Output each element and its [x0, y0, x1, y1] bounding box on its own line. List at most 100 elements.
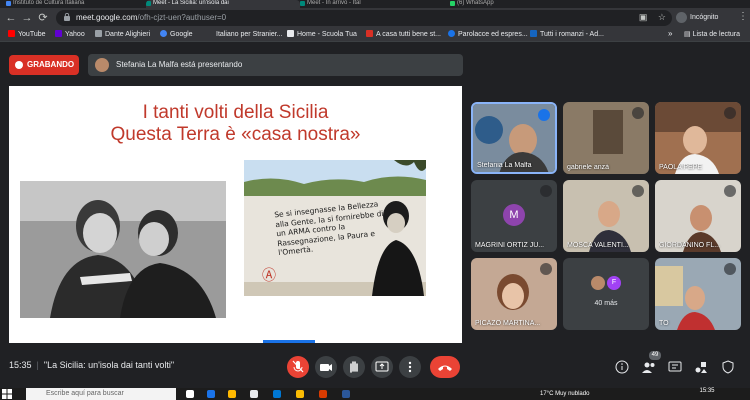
windows-taskbar: Escribe aquí para buscar 17°C Muy nublad…: [0, 388, 750, 400]
meeting-info: 15:35 | "La Sicilia: un'isola dai tanti vo…: [9, 360, 175, 370]
bookmark-item[interactable]: Yahoo: [55, 29, 85, 40]
participant-tile[interactable]: gabriele anzà: [563, 102, 649, 174]
page-icon: [287, 29, 294, 37]
recording-indicator[interactable]: GRABANDO: [9, 55, 79, 75]
participant-count-badge: 49: [649, 351, 661, 360]
mic-active-icon: [538, 109, 550, 121]
browser-tab[interactable]: (6) WhatsApp: [450, 0, 600, 8]
dante-icon: [95, 29, 102, 37]
people-icon[interactable]: [641, 359, 657, 375]
slide-photo-mural: Ⓐ Se si insegnasse la Bellezza alla Gent…: [244, 160, 426, 296]
meeting-details-icon[interactable]: [614, 359, 630, 375]
browser-tab[interactable]: Instituto de Cultura Italiana: [6, 0, 146, 8]
hand-icon: [350, 361, 358, 373]
mic-muted-icon: [632, 107, 644, 119]
participant-initial-avatar: M: [503, 204, 525, 226]
record-dot-icon: [15, 61, 23, 69]
google-icon: [160, 29, 167, 37]
participant-avatar: [591, 276, 605, 290]
participant-tile[interactable]: TO: [655, 258, 741, 330]
powerpoint-icon[interactable]: [319, 390, 327, 398]
reading-list-icon: ▤: [684, 31, 693, 38]
mic-off-icon: [292, 360, 304, 373]
store-icon[interactable]: [250, 390, 258, 398]
incognito-icon: [676, 11, 687, 23]
slide-title: I tanti volti della Sicilia Questa Terra…: [110, 102, 361, 145]
svg-text:Ⓐ: Ⓐ: [262, 268, 276, 284]
page-icon: [530, 29, 537, 37]
participant-tile[interactable]: MOSCA VALENTI...: [563, 180, 649, 252]
bookmark-item[interactable]: YouTube: [8, 29, 46, 40]
task-view-icon[interactable]: [186, 390, 194, 398]
bookmark-item[interactable]: Tutti i romanzi - Ad...: [530, 29, 604, 40]
yahoo-icon: [55, 29, 62, 37]
more-bookmarks-icon[interactable]: »: [668, 29, 672, 38]
host-controls-icon[interactable]: [720, 359, 736, 375]
participant-tile[interactable]: GIORDANINO FL...: [655, 180, 741, 252]
bookmark-star-icon[interactable]: ☆: [658, 12, 666, 22]
participant-tile[interactable]: PICAZO MARTINA...: [471, 258, 557, 330]
camera-toggle-button[interactable]: [315, 356, 337, 378]
edge-icon[interactable]: [207, 390, 215, 398]
slide-progress: [263, 340, 315, 343]
screen: Instituto de Cultura Italiana Meet - La …: [0, 0, 750, 400]
back-icon[interactable]: ←: [4, 11, 18, 25]
omnibox-actions: ▣ ☆: [631, 12, 666, 23]
taskbar-search[interactable]: Escribe aquí para buscar: [26, 388, 176, 400]
mic-muted-icon: [540, 263, 552, 275]
mic-muted-icon: [724, 107, 736, 119]
address-bar-row: ← → ⟳ meet.google.com/ofh-cjzt-uen?authu…: [0, 8, 750, 28]
lock-icon: [64, 13, 70, 21]
raise-hand-button[interactable]: [343, 356, 365, 378]
camera-blocked-icon[interactable]: ▣: [639, 12, 648, 22]
presentation-slide: I tanti volti della Sicilia Questa Terra…: [9, 86, 462, 343]
more-participants-tile[interactable]: F 40 más: [563, 258, 649, 330]
tab-favicon-icon: [6, 1, 11, 6]
chrome-menu-icon[interactable]: ⋮: [738, 11, 748, 22]
more-vert-icon: [408, 361, 412, 373]
browser-tab-active[interactable]: Meet - La Sicilia: un'isola dai: [146, 0, 300, 8]
youtube-icon: [8, 29, 15, 37]
meet-favicon-icon: [300, 1, 305, 6]
reading-list[interactable]: ▤ Lista de lectura: [684, 30, 740, 38]
page-icon: [366, 29, 373, 37]
bookmark-item[interactable]: Google: [160, 29, 193, 40]
participant-tile[interactable]: PAOLA PEPE: [655, 102, 741, 174]
mail-icon[interactable]: [273, 390, 281, 398]
bw-photo-image: [20, 181, 226, 318]
mic-toggle-button[interactable]: [287, 356, 309, 378]
windows-start-icon[interactable]: [2, 389, 12, 399]
presenting-banner: Stefania La Malfa está presentando: [88, 54, 463, 76]
taskbar-clock[interactable]: 15:35: [692, 388, 722, 394]
mic-muted-icon: [724, 185, 736, 197]
hang-up-icon: [438, 365, 452, 371]
bookmark-item[interactable]: Parolacce ed espres...: [448, 29, 528, 40]
url-text: meet.google.com/ofh-cjzt-uen?authuser=0: [76, 13, 227, 22]
present-screen-icon: [375, 361, 389, 372]
mic-muted-icon: [724, 263, 736, 275]
bookmark-item[interactable]: Italiano per Stranier...: [216, 30, 283, 40]
present-button[interactable]: [371, 356, 393, 378]
leave-call-button[interactable]: [430, 356, 460, 378]
file-explorer-icon[interactable]: [228, 390, 236, 398]
activities-icon[interactable]: [693, 359, 709, 375]
address-bar[interactable]: meet.google.com/ofh-cjzt-uen?authuser=0 …: [56, 10, 672, 26]
bookmark-item[interactable]: Dante Alighieri: [95, 29, 150, 40]
word-icon[interactable]: [342, 390, 350, 398]
participant-tile[interactable]: M MAGRINI ORTIZ JU...: [471, 180, 557, 252]
tab-strip: Instituto de Cultura Italiana Meet - La …: [0, 0, 750, 8]
browser-tab[interactable]: Meet - In arrivo - Ital: [300, 0, 450, 8]
bookmark-item[interactable]: A casa tutti bene st...: [366, 29, 441, 40]
whatsapp-favicon-icon: [450, 1, 455, 6]
chat-icon[interactable]: [667, 359, 683, 375]
forward-icon[interactable]: →: [20, 11, 34, 25]
bookmark-item[interactable]: Home - Scuola Tua: [287, 29, 357, 40]
more-options-button[interactable]: [399, 356, 421, 378]
globe-icon: [448, 29, 455, 37]
slide-photo-falcone-borsellino: [20, 181, 226, 318]
incognito-indicator[interactable]: Incógnito: [676, 11, 732, 25]
system-tray: 17°C Muy nublado: [540, 391, 590, 397]
chrome-icon[interactable]: [296, 390, 304, 398]
participant-tile[interactable]: Stefania La Malfa: [471, 102, 557, 174]
reload-icon[interactable]: ⟳: [36, 11, 50, 25]
